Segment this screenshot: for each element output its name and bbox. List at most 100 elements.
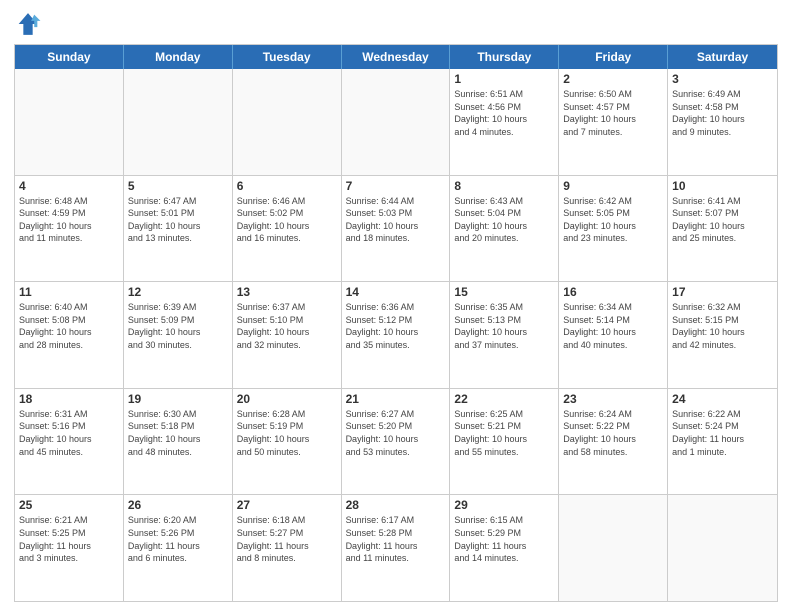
day-info: Sunrise: 6:34 AM Sunset: 5:14 PM Dayligh… [563, 301, 663, 351]
calendar-cell: 21Sunrise: 6:27 AM Sunset: 5:20 PM Dayli… [342, 389, 451, 495]
day-info: Sunrise: 6:28 AM Sunset: 5:19 PM Dayligh… [237, 408, 337, 458]
calendar-week-2: 4 Sunrise: 6:48 AM Sunset: 4:59 PM Daylig… [15, 176, 777, 283]
calendar-cell: 18 Sunrise: 6:31 AM Sunset: 5:16 PM Dayli… [15, 389, 124, 495]
day-info: Sunrise: 6:27 AM Sunset: 5:20 PM Dayligh… [346, 408, 446, 458]
day-info: Sunrise: 6:24 AM Sunset: 5:22 PM Dayligh… [563, 408, 663, 458]
calendar-cell: 25Sunrise: 6:21 AM Sunset: 5:25 PM Dayli… [15, 495, 124, 601]
calendar-cell: 5 Sunrise: 6:47 AM Sunset: 5:01 PM Daylig… [124, 176, 233, 282]
calendar-body: 1 Sunrise: 6:51 AM Sunset: 4:56 PM Daylig… [15, 69, 777, 601]
logo-icon [14, 10, 42, 38]
cal-header-thursday: Thursday [450, 45, 559, 69]
day-number: 14 [346, 285, 446, 299]
day-number: 28 [346, 498, 446, 512]
cal-header-sunday: Sunday [15, 45, 124, 69]
calendar-cell: 14 Sunrise: 6:36 AM Sunset: 5:12 PM Dayli… [342, 282, 451, 388]
day-number: 5 [128, 179, 228, 193]
calendar-cell: 28 Sunrise: 6:17 AM Sunset: 5:28 PM Dayli… [342, 495, 451, 601]
day-info: Sunrise: 6:46 AM Sunset: 5:02 PM Dayligh… [237, 195, 337, 245]
cal-header-monday: Monday [124, 45, 233, 69]
day-number: 10 [672, 179, 773, 193]
day-info: Sunrise: 6:43 AM Sunset: 5:04 PM Dayligh… [454, 195, 554, 245]
day-number: 17 [672, 285, 773, 299]
calendar-cell [124, 69, 233, 175]
calendar-cell: 23 Sunrise: 6:24 AM Sunset: 5:22 PM Dayli… [559, 389, 668, 495]
day-info: Sunrise: 6:17 AM Sunset: 5:28 PM Dayligh… [346, 514, 446, 564]
day-info: Sunrise: 6:15 AM Sunset: 5:29 PM Dayligh… [454, 514, 554, 564]
day-info: Sunrise: 6:25 AM Sunset: 5:21 PM Dayligh… [454, 408, 554, 458]
day-info: Sunrise: 6:31 AM Sunset: 5:16 PM Dayligh… [19, 408, 119, 458]
calendar-cell: 6 Sunrise: 6:46 AM Sunset: 5:02 PM Daylig… [233, 176, 342, 282]
calendar-cell: 26Sunrise: 6:20 AM Sunset: 5:26 PM Dayli… [124, 495, 233, 601]
cal-header-wednesday: Wednesday [342, 45, 451, 69]
day-number: 13 [237, 285, 337, 299]
calendar-cell: 4 Sunrise: 6:48 AM Sunset: 4:59 PM Daylig… [15, 176, 124, 282]
calendar-cell: 3 Sunrise: 6:49 AM Sunset: 4:58 PM Daylig… [668, 69, 777, 175]
calendar-cell: 9 Sunrise: 6:42 AM Sunset: 5:05 PM Daylig… [559, 176, 668, 282]
calendar-cell: 8 Sunrise: 6:43 AM Sunset: 5:04 PM Daylig… [450, 176, 559, 282]
calendar: SundayMondayTuesdayWednesdayThursdayFrid… [14, 44, 778, 602]
day-number: 1 [454, 72, 554, 86]
day-info: Sunrise: 6:30 AM Sunset: 5:18 PM Dayligh… [128, 408, 228, 458]
day-info: Sunrise: 6:32 AM Sunset: 5:15 PM Dayligh… [672, 301, 773, 351]
calendar-cell: 27 Sunrise: 6:18 AM Sunset: 5:27 PM Dayli… [233, 495, 342, 601]
day-number: 6 [237, 179, 337, 193]
calendar-cell: 15Sunrise: 6:35 AM Sunset: 5:13 PM Dayli… [450, 282, 559, 388]
calendar-cell: 11Sunrise: 6:40 AM Sunset: 5:08 PM Dayli… [15, 282, 124, 388]
day-number: 29 [454, 498, 554, 512]
day-number: 27 [237, 498, 337, 512]
calendar-cell: 12 Sunrise: 6:39 AM Sunset: 5:09 PM Dayli… [124, 282, 233, 388]
day-info: Sunrise: 6:51 AM Sunset: 4:56 PM Dayligh… [454, 88, 554, 138]
day-info: Sunrise: 6:50 AM Sunset: 4:57 PM Dayligh… [563, 88, 663, 138]
day-info: Sunrise: 6:18 AM Sunset: 5:27 PM Dayligh… [237, 514, 337, 564]
calendar-cell [668, 495, 777, 601]
calendar-header-row: SundayMondayTuesdayWednesdayThursdayFrid… [15, 45, 777, 69]
day-number: 18 [19, 392, 119, 406]
cal-header-tuesday: Tuesday [233, 45, 342, 69]
calendar-cell: 20 Sunrise: 6:28 AM Sunset: 5:19 PM Dayli… [233, 389, 342, 495]
day-number: 3 [672, 72, 773, 86]
calendar-cell: 29 Sunrise: 6:15 AM Sunset: 5:29 PM Dayli… [450, 495, 559, 601]
day-info: Sunrise: 6:49 AM Sunset: 4:58 PM Dayligh… [672, 88, 773, 138]
calendar-week-1: 1 Sunrise: 6:51 AM Sunset: 4:56 PM Daylig… [15, 69, 777, 176]
day-number: 16 [563, 285, 663, 299]
day-number: 8 [454, 179, 554, 193]
day-info: Sunrise: 6:47 AM Sunset: 5:01 PM Dayligh… [128, 195, 228, 245]
cal-header-friday: Friday [559, 45, 668, 69]
day-info: Sunrise: 6:21 AM Sunset: 5:25 PM Dayligh… [19, 514, 119, 564]
day-info: Sunrise: 6:20 AM Sunset: 5:26 PM Dayligh… [128, 514, 228, 564]
day-number: 2 [563, 72, 663, 86]
day-number: 4 [19, 179, 119, 193]
day-number: 9 [563, 179, 663, 193]
calendar-cell: 13Sunrise: 6:37 AM Sunset: 5:10 PM Dayli… [233, 282, 342, 388]
day-number: 23 [563, 392, 663, 406]
header [14, 10, 778, 38]
day-number: 12 [128, 285, 228, 299]
day-info: Sunrise: 6:22 AM Sunset: 5:24 PM Dayligh… [672, 408, 773, 458]
day-info: Sunrise: 6:39 AM Sunset: 5:09 PM Dayligh… [128, 301, 228, 351]
logo [14, 10, 46, 38]
calendar-cell: 16 Sunrise: 6:34 AM Sunset: 5:14 PM Dayli… [559, 282, 668, 388]
day-info: Sunrise: 6:48 AM Sunset: 4:59 PM Dayligh… [19, 195, 119, 245]
calendar-cell: 7 Sunrise: 6:44 AM Sunset: 5:03 PM Daylig… [342, 176, 451, 282]
day-info: Sunrise: 6:44 AM Sunset: 5:03 PM Dayligh… [346, 195, 446, 245]
day-number: 7 [346, 179, 446, 193]
day-number: 20 [237, 392, 337, 406]
calendar-cell [233, 69, 342, 175]
day-info: Sunrise: 6:36 AM Sunset: 5:12 PM Dayligh… [346, 301, 446, 351]
day-number: 19 [128, 392, 228, 406]
day-number: 22 [454, 392, 554, 406]
calendar-cell [559, 495, 668, 601]
day-info: Sunrise: 6:40 AM Sunset: 5:08 PM Dayligh… [19, 301, 119, 351]
day-info: Sunrise: 6:35 AM Sunset: 5:13 PM Dayligh… [454, 301, 554, 351]
calendar-cell: 10 Sunrise: 6:41 AM Sunset: 5:07 PM Dayli… [668, 176, 777, 282]
day-number: 24 [672, 392, 773, 406]
day-info: Sunrise: 6:42 AM Sunset: 5:05 PM Dayligh… [563, 195, 663, 245]
calendar-cell: 24 Sunrise: 6:22 AM Sunset: 5:24 PM Dayli… [668, 389, 777, 495]
calendar-week-3: 11Sunrise: 6:40 AM Sunset: 5:08 PM Dayli… [15, 282, 777, 389]
calendar-week-5: 25Sunrise: 6:21 AM Sunset: 5:25 PM Dayli… [15, 495, 777, 601]
calendar-cell [15, 69, 124, 175]
day-info: Sunrise: 6:41 AM Sunset: 5:07 PM Dayligh… [672, 195, 773, 245]
calendar-cell: 2 Sunrise: 6:50 AM Sunset: 4:57 PM Daylig… [559, 69, 668, 175]
calendar-cell: 19 Sunrise: 6:30 AM Sunset: 5:18 PM Dayli… [124, 389, 233, 495]
calendar-cell: 22 Sunrise: 6:25 AM Sunset: 5:21 PM Dayli… [450, 389, 559, 495]
